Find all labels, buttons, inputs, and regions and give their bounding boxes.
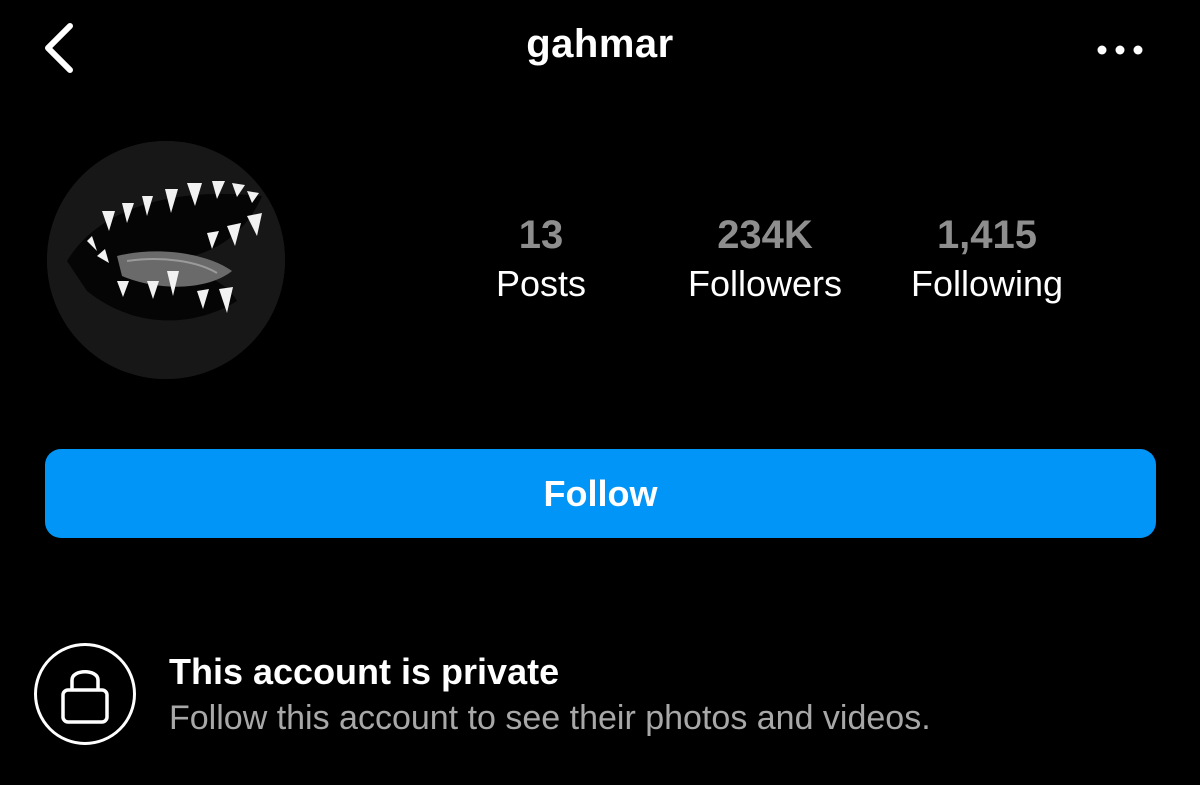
posts-count: 13 — [518, 213, 564, 257]
following-stat[interactable]: 1,415 Following — [877, 210, 1097, 308]
private-account-notice: This account is private Follow this acco… — [34, 643, 1174, 753]
top-bar: gahmar — [0, 0, 1200, 100]
lock-icon — [61, 670, 109, 724]
private-title: This account is private — [169, 651, 560, 692]
following-label: Following — [910, 263, 1064, 304]
profile-stats: 13 Posts 234K Followers 1,415 Following — [0, 210, 1200, 310]
posts-stat[interactable]: 13 Posts — [431, 210, 651, 308]
profile-username: gahmar — [526, 22, 674, 66]
private-subtitle: Follow this account to see their photos … — [169, 699, 931, 737]
followers-stat[interactable]: 234K Followers — [655, 210, 875, 308]
posts-label: Posts — [495, 263, 587, 304]
more-horizontal-icon — [1097, 45, 1143, 55]
following-count: 1,415 — [936, 213, 1038, 257]
followers-count: 234K — [717, 213, 813, 257]
lock-badge — [34, 643, 136, 745]
follow-button[interactable]: Follow — [45, 449, 1156, 538]
more-options-button[interactable] — [1090, 28, 1150, 72]
followers-label: Followers — [687, 263, 843, 304]
